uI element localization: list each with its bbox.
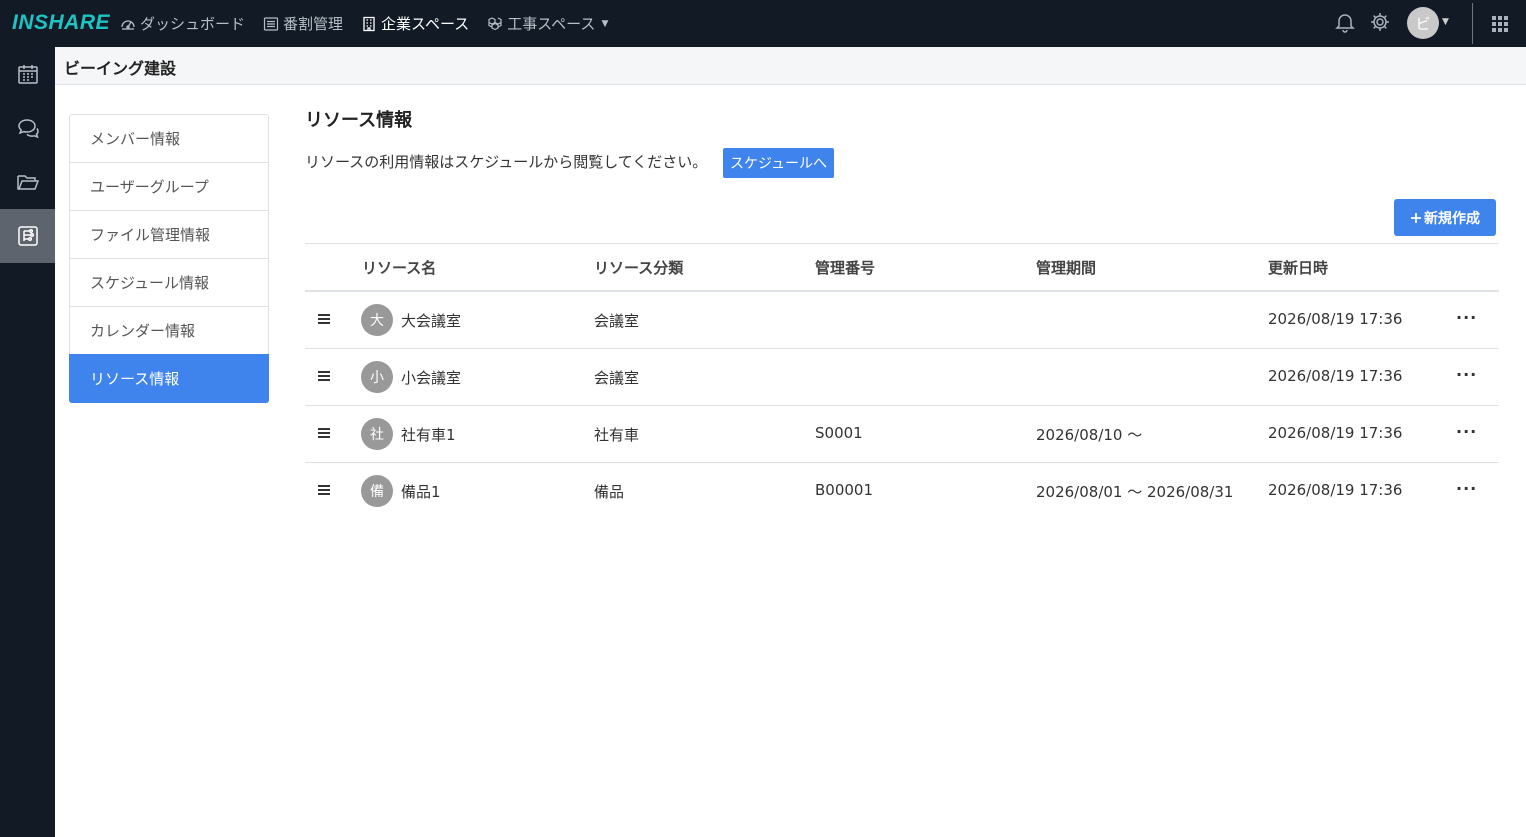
building-icon xyxy=(363,16,375,31)
column-header-name[interactable]: リソース名 xyxy=(362,257,436,278)
top-navbar: INSHARE ダッシュボード 番割管理 企業スペース 工事スペース ▼ ビ ▼ xyxy=(0,0,1526,47)
chevron-down-icon[interactable]: ▼ xyxy=(1442,17,1449,27)
resource-category: 社有車 xyxy=(594,426,640,444)
nav-construction-space[interactable]: 工事スペース ▼ xyxy=(487,13,608,34)
resource-name[interactable]: 社有車1 xyxy=(401,424,456,445)
speedometer-icon xyxy=(121,19,135,30)
sidebar-item-files[interactable] xyxy=(0,155,55,209)
column-header-number[interactable]: 管理番号 xyxy=(815,257,875,278)
resource-avatar: 大 xyxy=(361,304,393,336)
row-more-button[interactable]: ··· xyxy=(1456,308,1477,327)
table-row[interactable]: 備 備品1 備品 B00001 2026/08/01 ～ 2026/08/31 … xyxy=(305,463,1499,520)
column-header-category[interactable]: リソース分類 xyxy=(594,257,683,278)
main-nav: ダッシュボード 番割管理 企業スペース 工事スペース ▼ xyxy=(120,0,608,47)
resource-period: 2026/08/01 ～ 2026/08/31 xyxy=(1036,483,1234,501)
nav-dashboard-label: ダッシュボード xyxy=(140,15,246,33)
resource-name[interactable]: 備品1 xyxy=(401,481,441,502)
resource-name[interactable]: 小会議室 xyxy=(401,367,461,388)
row-more-button[interactable]: ··· xyxy=(1456,479,1477,498)
submenu-item-file-management[interactable]: ファイル管理情報 xyxy=(70,211,268,259)
info-text: リソースの利用情報はスケジュールから閲覧してください。 xyxy=(305,153,708,171)
resource-table: リソース名 リソース分類 管理番号 管理期間 更新日時 大 大会議室 会議室 2… xyxy=(305,243,1499,520)
row-more-button[interactable]: ··· xyxy=(1456,422,1477,441)
nav-numbering-label: 番割管理 xyxy=(283,15,344,33)
resource-updated: 2026/08/19 17:36 xyxy=(1268,481,1403,499)
settings-button[interactable] xyxy=(1368,10,1392,34)
nav-company-space[interactable]: 企業スペース xyxy=(361,13,469,34)
nav-construction-space-label: 工事スペース xyxy=(507,15,596,33)
table-row[interactable]: 大 大会議室 会議室 2026/08/19 17:36 ··· xyxy=(305,292,1499,349)
divider xyxy=(1472,3,1473,44)
table-header: リソース名 リソース分類 管理番号 管理期間 更新日時 xyxy=(305,243,1499,292)
resource-updated: 2026/08/19 17:36 xyxy=(1268,424,1403,442)
resource-name[interactable]: 大会議室 xyxy=(401,310,461,331)
boxes-icon xyxy=(488,16,502,30)
drag-handle-icon[interactable] xyxy=(317,311,331,330)
company-name: ビーイング建設 xyxy=(64,59,177,78)
grid-icon xyxy=(1492,16,1508,32)
chevron-down-icon: ▼ xyxy=(601,18,609,29)
chat-icon xyxy=(17,119,39,139)
row-more-button[interactable]: ··· xyxy=(1456,365,1477,384)
create-new-label: 新規作成 xyxy=(1424,210,1480,227)
create-new-button[interactable]: 新規作成 xyxy=(1394,199,1496,236)
sidebar-item-resources[interactable] xyxy=(0,209,55,263)
user-avatar[interactable]: ビ xyxy=(1407,7,1439,39)
left-sidebar xyxy=(0,47,55,837)
page-header: ビーイング建設 xyxy=(55,47,1526,85)
resource-avatar: 社 xyxy=(361,418,393,450)
folder-icon xyxy=(16,175,39,190)
column-header-period[interactable]: 管理期間 xyxy=(1036,257,1096,278)
plus-icon xyxy=(1411,212,1421,223)
gear-icon xyxy=(1371,13,1389,31)
submenu-item-calendar[interactable]: カレンダー情報 xyxy=(70,307,268,355)
app-logo[interactable]: INSHARE xyxy=(12,11,110,35)
resource-avatar: 小 xyxy=(361,361,393,393)
resource-icon xyxy=(17,226,38,246)
resource-period: 2026/08/10 ～ xyxy=(1036,426,1143,444)
list-icon xyxy=(263,16,279,31)
notification-button[interactable] xyxy=(1333,10,1357,34)
submenu-item-resources[interactable]: リソース情報 xyxy=(69,354,269,403)
nav-numbering[interactable]: 番割管理 xyxy=(263,13,343,34)
nav-company-space-label: 企業スペース xyxy=(381,15,470,33)
drag-handle-icon[interactable] xyxy=(317,368,331,387)
resource-updated: 2026/08/19 17:36 xyxy=(1268,367,1403,385)
sidebar-item-calendar[interactable] xyxy=(0,47,55,101)
app-launcher-button[interactable] xyxy=(1488,12,1512,36)
resource-updated: 2026/08/19 17:36 xyxy=(1268,310,1403,328)
submenu-item-schedule[interactable]: スケジュール情報 xyxy=(70,259,268,307)
bell-icon xyxy=(1335,14,1355,33)
resource-category: 会議室 xyxy=(594,369,640,387)
go-to-schedule-button[interactable]: スケジュールへ xyxy=(723,148,834,178)
table-row[interactable]: 社 社有車1 社有車 S0001 2026/08/10 ～ 2026/08/19… xyxy=(305,406,1499,463)
resource-number: S0001 xyxy=(815,424,863,442)
page-title: リソース情報 xyxy=(305,110,413,131)
drag-handle-icon[interactable] xyxy=(317,482,331,501)
resource-number: B00001 xyxy=(815,481,874,499)
column-header-updated[interactable]: 更新日時 xyxy=(1268,257,1328,278)
drag-handle-icon[interactable] xyxy=(317,425,331,444)
settings-submenu: メンバー情報 ユーザーグループ ファイル管理情報 スケジュール情報 カレンダー情… xyxy=(69,114,269,403)
resource-category: 備品 xyxy=(594,483,625,501)
table-row[interactable]: 小 小会議室 会議室 2026/08/19 17:36 ··· xyxy=(305,349,1499,406)
resource-category: 会議室 xyxy=(594,312,640,330)
nav-dashboard[interactable]: ダッシュボード xyxy=(120,13,245,34)
resource-avatar: 備 xyxy=(361,475,393,507)
submenu-item-user-groups[interactable]: ユーザーグループ xyxy=(70,163,268,211)
calendar-icon xyxy=(17,65,38,84)
submenu-item-members[interactable]: メンバー情報 xyxy=(70,115,268,163)
sidebar-item-chat[interactable] xyxy=(0,101,55,155)
